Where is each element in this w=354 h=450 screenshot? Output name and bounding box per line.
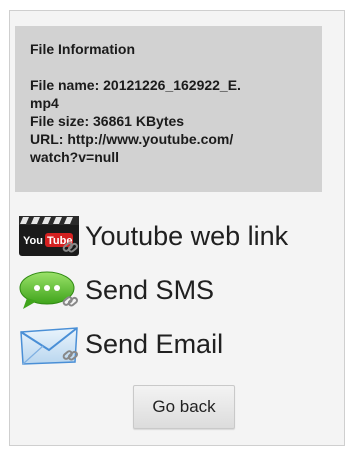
chain-link-icon (62, 296, 78, 307)
sms-bubble-icon (17, 268, 81, 312)
url-line: URL: http://www.youtube.com/ (30, 131, 234, 147)
youtube-you-text: You (23, 235, 43, 247)
file-name-line: File name: 20121226_162922_E. (30, 77, 241, 93)
file-size-line: File size: 36861 KBytes (30, 113, 185, 129)
send-sms-action[interactable]: Send SMS (17, 268, 214, 312)
file-information-title: File Information (30, 41, 135, 57)
youtube-web-link-label: Youtube web link (85, 221, 289, 251)
chain-link-icon (62, 242, 78, 253)
send-email-label: Send Email (85, 329, 224, 359)
chain-link-icon (62, 350, 78, 361)
youtube-web-link-action[interactable]: You Tube Youtube web link (17, 214, 288, 258)
send-sms-label: Send SMS (85, 275, 215, 305)
youtube-icon: You Tube (17, 214, 81, 258)
send-email-action[interactable]: Send Email (17, 322, 223, 366)
url-line-cont: watch?v=null (30, 149, 120, 165)
file-name-line-cont: mp4 (30, 95, 59, 111)
file-information-box: File Information File name: 20121226_162… (15, 26, 322, 192)
email-envelope-icon (17, 322, 81, 366)
go-back-button[interactable]: Go back (133, 385, 235, 429)
